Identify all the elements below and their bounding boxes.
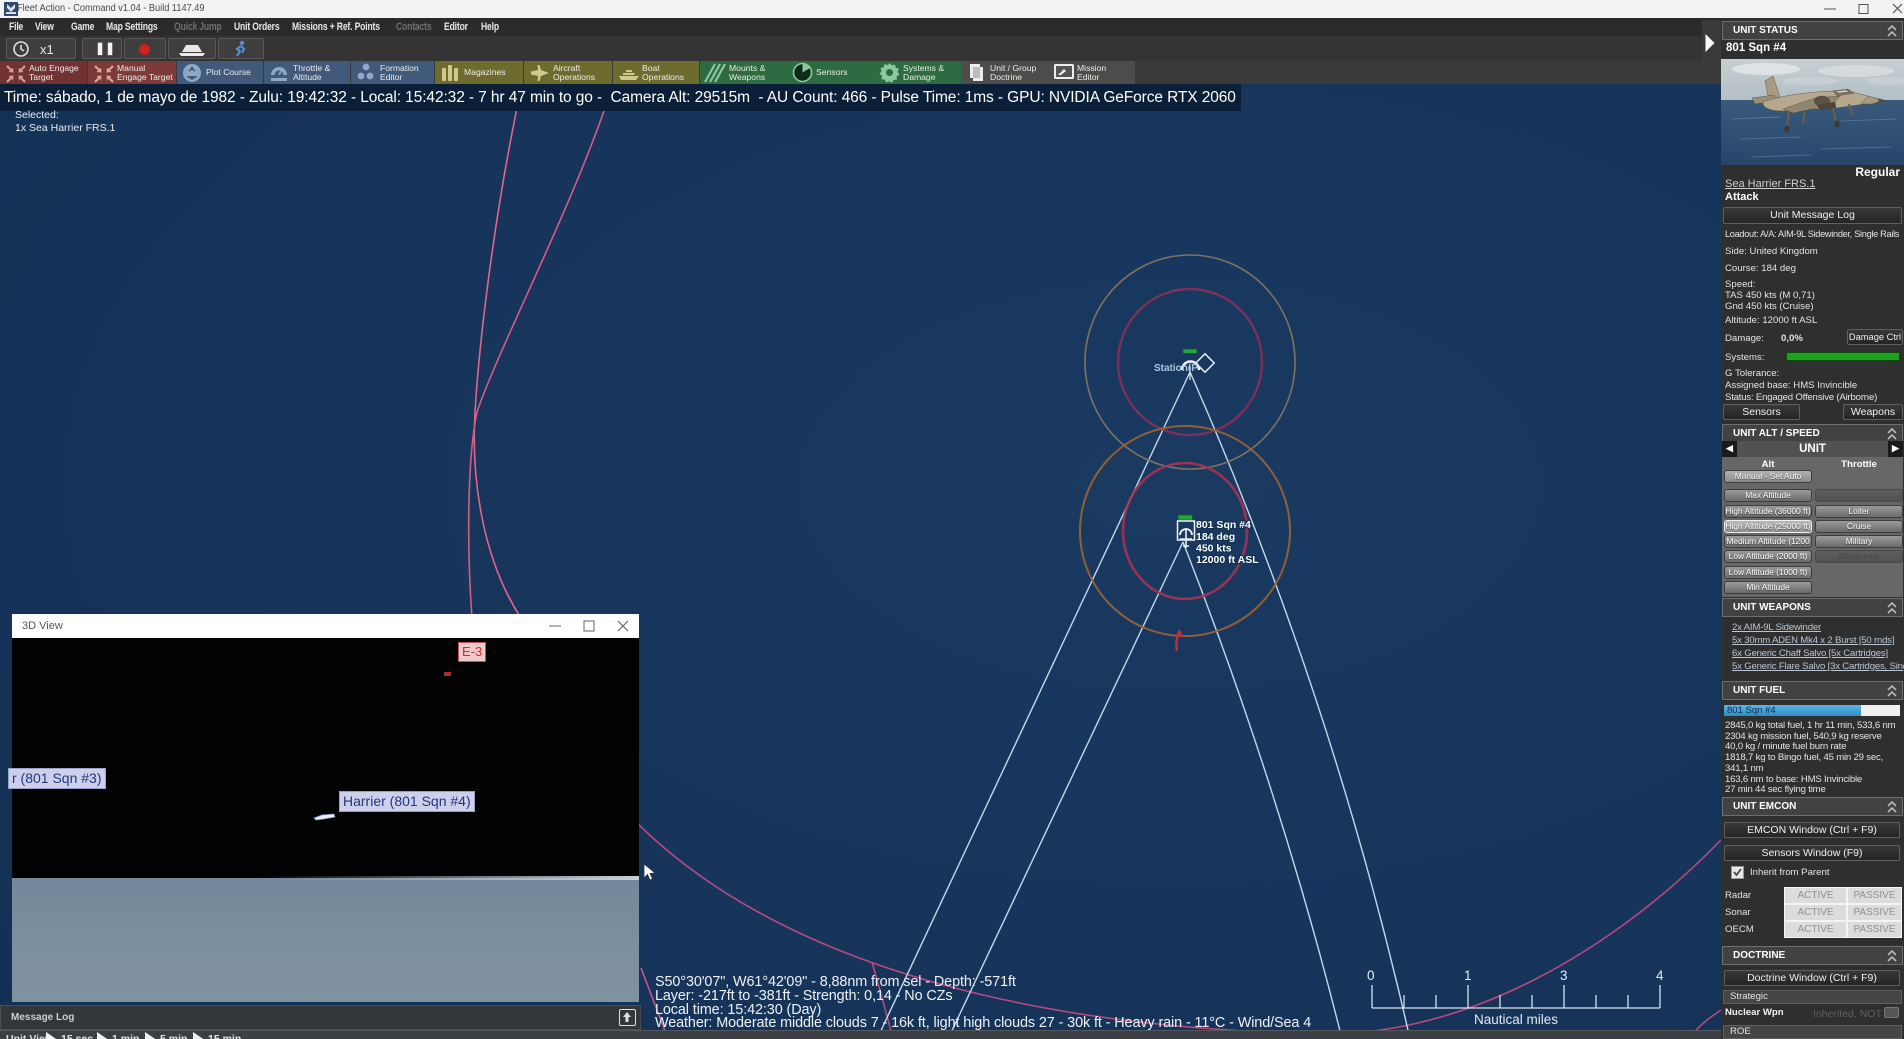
svg-text:801 Sqn #4: 801 Sqn #4 <box>1196 519 1251 531</box>
svg-text:15 min: 15 min <box>208 1033 241 1039</box>
svg-text:184 deg: 184 deg <box>1196 531 1235 543</box>
svg-text:Station(P: Station(P <box>1154 363 1198 374</box>
svg-text:Nautical miles: Nautical miles <box>1474 1012 1558 1027</box>
svg-text:4: 4 <box>1656 968 1664 983</box>
svg-text:5 min: 5 min <box>160 1033 187 1039</box>
svg-text:450 kts: 450 kts <box>1196 543 1232 555</box>
svg-text:3: 3 <box>1560 968 1568 983</box>
svg-text:1 min: 1 min <box>112 1033 139 1039</box>
svg-text:15 sec: 15 sec <box>61 1033 93 1039</box>
svg-text:0: 0 <box>1367 968 1375 983</box>
svg-text:12000 ft ASL: 12000 ft ASL <box>1196 554 1259 566</box>
svg-text:1: 1 <box>1464 968 1472 983</box>
